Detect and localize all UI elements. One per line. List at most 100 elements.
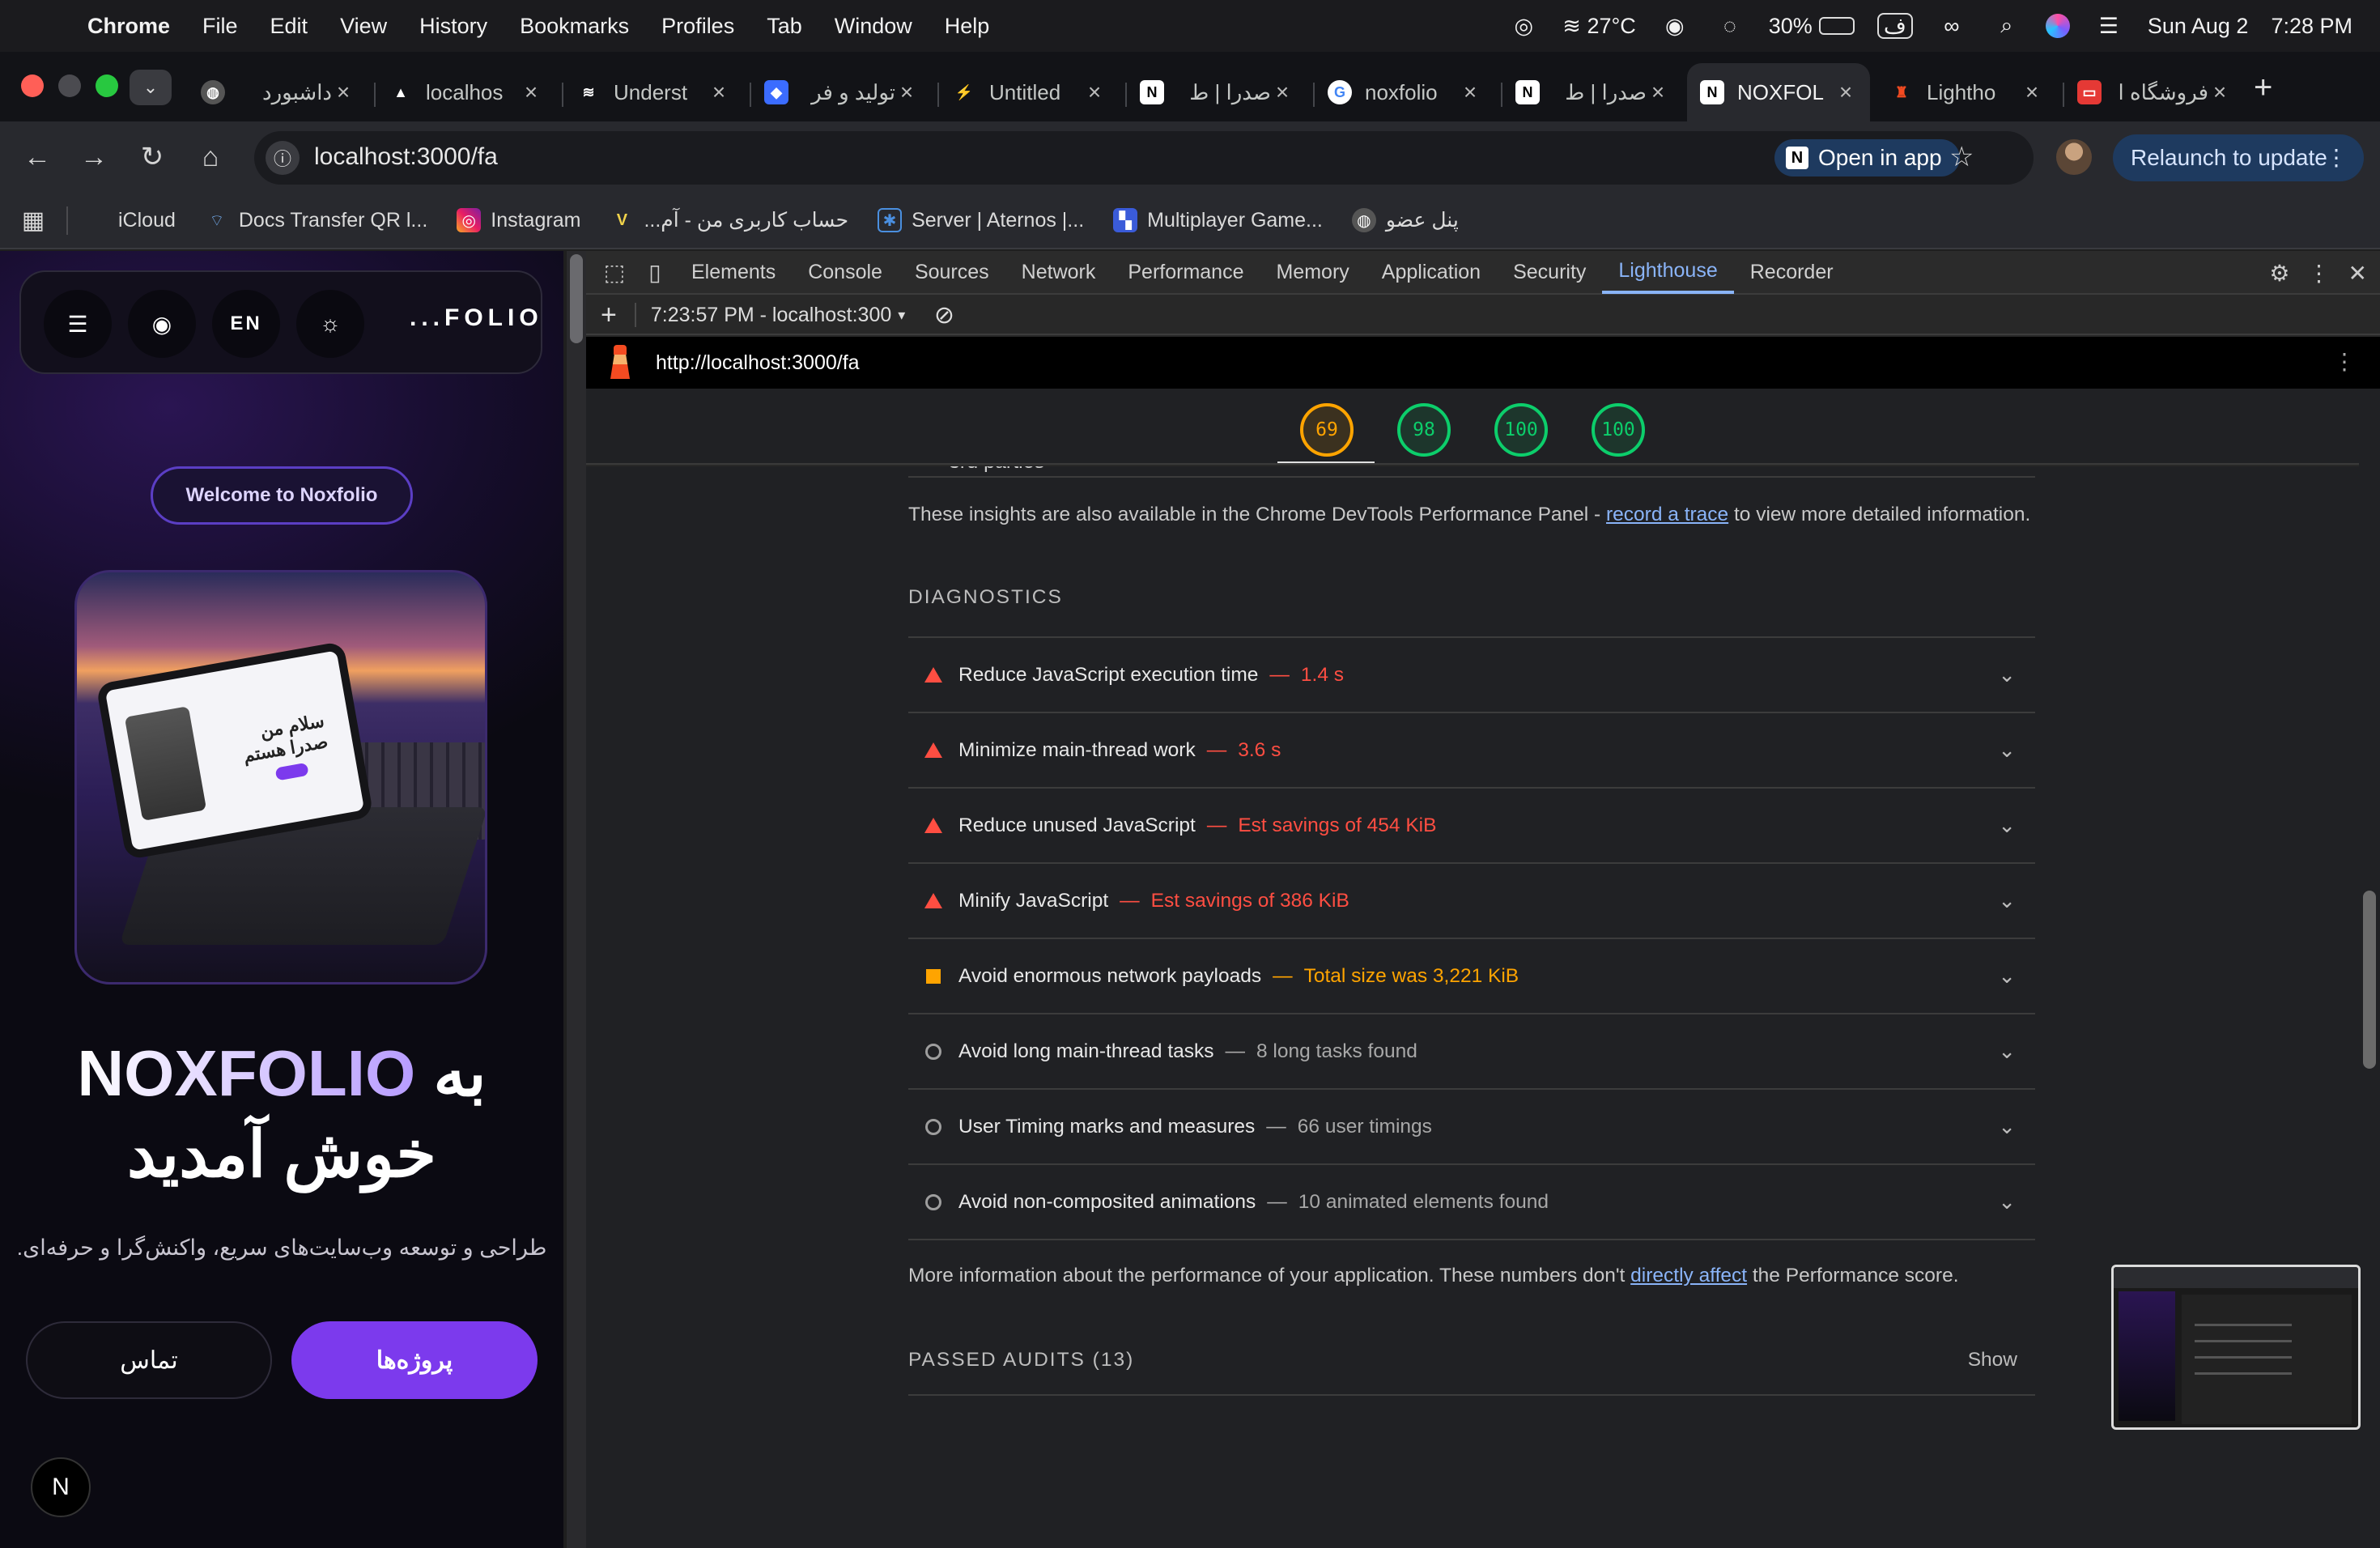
audit-row[interactable]: User Timing marks and measures — 66 user…	[908, 1088, 2035, 1163]
devtools-tab-recorder[interactable]: Recorder	[1734, 250, 1850, 294]
audit-row[interactable]: Avoid enormous network payloads — Total …	[908, 938, 2035, 1013]
partial-audit-row[interactable]: 3rd parties	[908, 466, 2035, 478]
clear-reports-icon[interactable]: ⊘	[934, 301, 954, 330]
audit-row[interactable]: Reduce JavaScript execution time — 1.4 s…	[908, 636, 2035, 712]
menubar-date[interactable]: Sun Aug 2	[2148, 14, 2249, 39]
show-passed-audits-button[interactable]: Show	[1968, 1349, 2017, 1372]
zoom-window-button[interactable]	[96, 74, 118, 97]
input-source-indicator[interactable]: ف	[1876, 13, 1913, 39]
menu-window[interactable]: Window	[835, 14, 912, 39]
close-tab-icon[interactable]: ×	[1083, 79, 1106, 105]
screenshot-icon[interactable]: ◎	[1507, 10, 1540, 42]
browser-tab[interactable]: ◆ تولید و فر ×	[751, 63, 931, 121]
devtools-tab-application[interactable]: Application	[1366, 250, 1497, 294]
devtools-tab-security[interactable]: Security	[1497, 250, 1602, 294]
chevron-down-icon[interactable]: ⌄	[1998, 1189, 2016, 1214]
bookmark-item[interactable]: ✱ Server | Aternos |...	[878, 208, 1084, 232]
browser-tab[interactable]: ♜ Lightho ×	[1876, 63, 2056, 121]
open-in-app-button[interactable]: N Open in app	[1774, 139, 1960, 176]
bookmark-item[interactable]: ◍ پنل عضو	[1351, 208, 1459, 232]
forward-button[interactable]: →	[76, 139, 112, 175]
audit-row[interactable]: Avoid long main-thread tasks — 8 long ta…	[908, 1013, 2035, 1088]
reload-button[interactable]: ↻	[134, 139, 170, 175]
chevron-down-icon[interactable]: ⌄	[1998, 888, 2016, 913]
tab-search-button[interactable]: ⌄	[130, 70, 172, 105]
scrollbar-thumb[interactable]	[2363, 891, 2376, 1069]
menu-tab[interactable]: Tab	[767, 14, 802, 39]
new-tab-button[interactable]: +	[2254, 70, 2272, 106]
close-tab-icon[interactable]: ×	[1271, 79, 1294, 105]
score-gauge-seo[interactable]: 100	[1592, 403, 1645, 457]
kebab-menu-icon[interactable]: ⋮	[2308, 260, 2331, 287]
close-tab-icon[interactable]: ×	[708, 79, 730, 105]
report-kebab-menu-icon[interactable]: ⋮	[2333, 348, 2356, 375]
devtools-tab-network[interactable]: Network	[1005, 250, 1112, 294]
bookmark-star-icon[interactable]: ☆	[1949, 141, 1974, 173]
devtools-tab-lighthouse[interactable]: Lighthouse	[1602, 250, 1734, 294]
directly-affect-link[interactable]: directly affect	[1630, 1265, 1747, 1286]
back-button[interactable]: ←	[19, 139, 55, 175]
close-tab-icon[interactable]: ×	[895, 79, 918, 105]
close-tab-icon[interactable]: ×	[520, 79, 542, 105]
theme-toggle-button[interactable]: ☼	[296, 290, 364, 358]
close-window-button[interactable]	[21, 74, 44, 97]
report-scrollbar[interactable]	[2359, 389, 2380, 1548]
bookmark-item[interactable]: ▚ Multiplayer Game...	[1113, 208, 1323, 232]
close-tab-icon[interactable]: ×	[1647, 79, 1669, 105]
weather-widget[interactable]: ≋ 27°C	[1562, 10, 1635, 42]
browser-tab[interactable]: ◍ داشبورد ×	[188, 63, 368, 121]
chevron-down-icon[interactable]: ⌄	[1998, 963, 2016, 989]
airdrop-icon[interactable]: ◌	[1714, 10, 1746, 42]
menu-bookmarks[interactable]: Bookmarks	[520, 14, 629, 39]
menu-view[interactable]: View	[340, 14, 387, 39]
browser-tab[interactable]: N صدرا | ط ×	[1127, 63, 1307, 121]
browser-tab[interactable]: G noxfolio ×	[1315, 63, 1494, 121]
link-icon[interactable]: ∞	[1936, 10, 1968, 42]
screenshot-preview-thumbnail[interactable]	[2111, 1265, 2361, 1430]
control-center-icon[interactable]: ☰	[2093, 10, 2125, 42]
close-tab-icon[interactable]: ×	[1834, 79, 1857, 105]
bookmark-item[interactable]: iCloud	[84, 208, 176, 232]
vpn-icon[interactable]: ◉	[1659, 10, 1691, 42]
devtools-tab-memory[interactable]: Memory	[1260, 250, 1365, 294]
audit-row[interactable]: Avoid non-composited animations — 10 ani…	[908, 1163, 2035, 1239]
menu-profiles[interactable]: Profiles	[661, 14, 734, 39]
relaunch-to-update-button[interactable]: Relaunch to update ⋮	[2113, 134, 2364, 181]
profile-avatar[interactable]	[2056, 139, 2092, 175]
close-tab-icon[interactable]: ×	[2021, 79, 2043, 105]
score-gauge-performance[interactable]: 69	[1300, 403, 1354, 457]
language-toggle-button[interactable]: EN	[212, 290, 280, 358]
spotlight-search-icon[interactable]: ⌕	[1991, 10, 2023, 42]
audit-row[interactable]: Reduce unused JavaScript — Est savings o…	[908, 787, 2035, 862]
menu-file[interactable]: File	[202, 14, 238, 39]
chevron-down-icon[interactable]: ⌄	[1998, 1039, 2016, 1064]
close-devtools-icon[interactable]: ✕	[2348, 260, 2367, 287]
projects-button[interactable]: پروژه‌ها	[291, 1321, 538, 1399]
audit-row[interactable]: Minimize main-thread work — 3.6 s ⌄	[908, 712, 2035, 787]
passed-audits-row[interactable]: PASSED AUDITS (13) Show	[908, 1349, 2035, 1388]
minimize-window-button[interactable]	[58, 74, 81, 97]
site-logo[interactable]: ...FOLIO	[410, 304, 543, 332]
browser-tab-active[interactable]: N NOXFOL ×	[1687, 63, 1870, 121]
devtools-tab-elements[interactable]: Elements	[675, 250, 792, 294]
devtools-tab-sources[interactable]: Sources	[899, 250, 1005, 294]
inspect-element-icon[interactable]: ⬚	[594, 252, 635, 292]
nextjs-dev-indicator[interactable]: N	[31, 1457, 91, 1517]
home-button[interactable]: ⌂	[193, 139, 228, 175]
new-report-plus-icon[interactable]: +	[601, 300, 617, 331]
chevron-down-icon[interactable]: ⌄	[1998, 738, 2016, 763]
menu-history[interactable]: History	[419, 14, 487, 39]
battery-status[interactable]: 30%	[1769, 14, 1855, 39]
score-gauge-accessibility[interactable]: 98	[1397, 403, 1451, 457]
device-toolbar-icon[interactable]: ▯	[635, 252, 675, 292]
site-info-icon[interactable]: ⓘ	[266, 141, 300, 175]
kebab-menu-icon[interactable]: ⋮	[2325, 144, 2348, 171]
chevron-down-icon[interactable]: ⌄	[1998, 662, 2016, 687]
browser-tab[interactable]: N صدرا | ط ×	[1502, 63, 1682, 121]
report-url[interactable]: http://localhost:3000/fa	[656, 351, 860, 375]
report-selector[interactable]: 7:23:57 PM - localhost:300 ▾	[651, 304, 923, 327]
siri-icon[interactable]	[2045, 14, 2070, 38]
contact-button[interactable]: تماس	[26, 1321, 272, 1399]
apps-grid-icon[interactable]: ▦	[0, 206, 68, 235]
hamburger-menu-button[interactable]: ☰	[44, 290, 112, 358]
